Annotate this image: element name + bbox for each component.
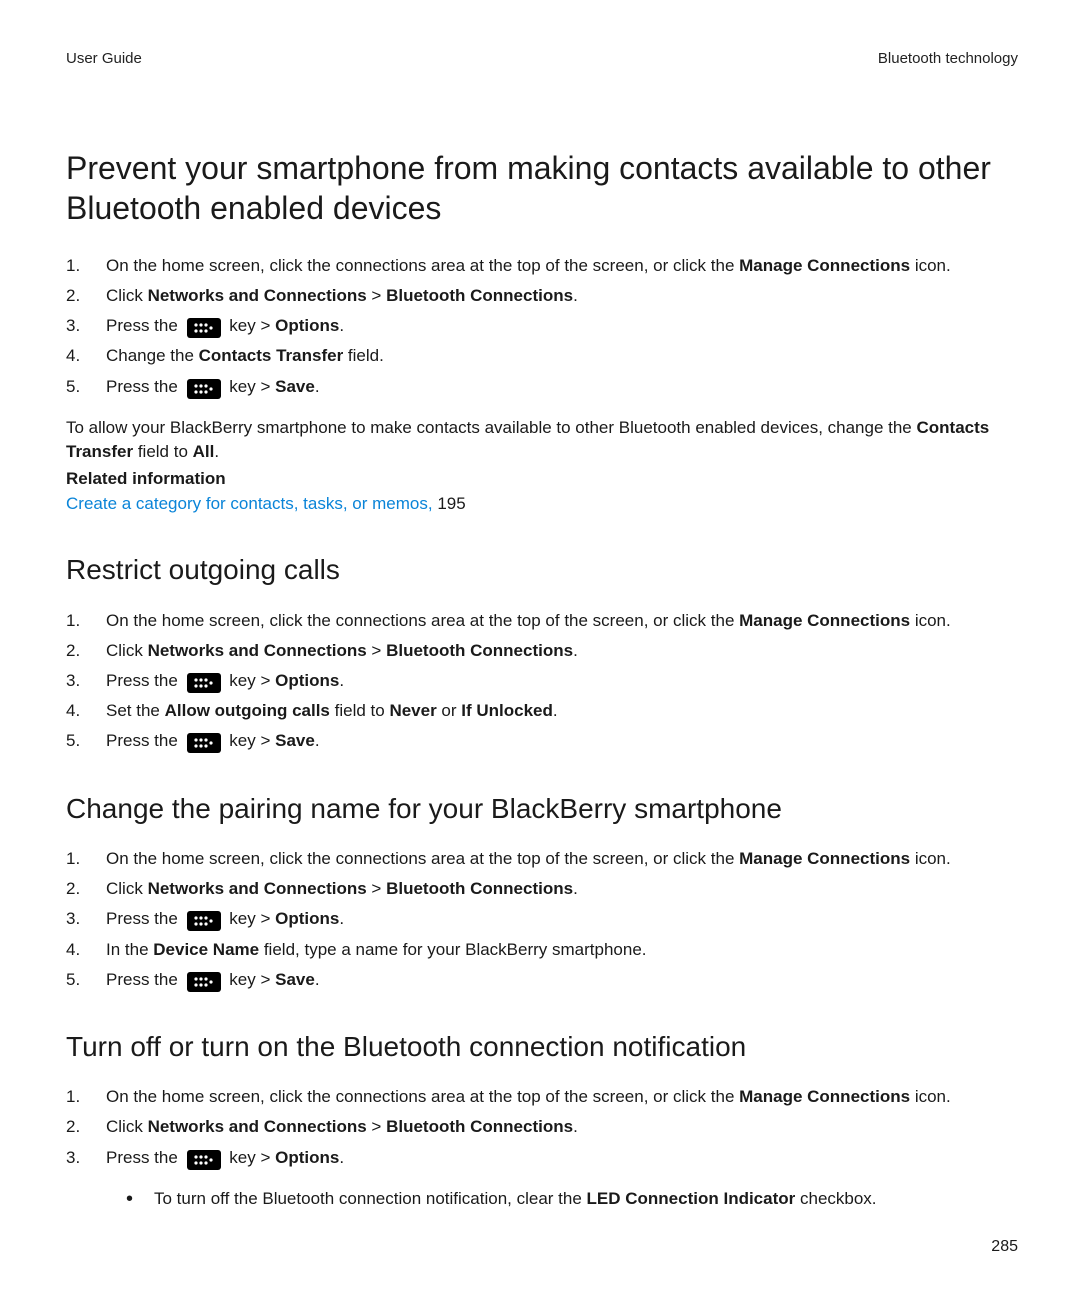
document-page: User Guide Bluetooth technology Prevent … <box>0 0 1080 1296</box>
header-left: User Guide <box>66 48 142 70</box>
list-item: 3. Press the key > Options. <box>66 905 1018 932</box>
page-header: User Guide Bluetooth technology <box>66 48 1018 70</box>
page-number: 285 <box>991 1235 1018 1258</box>
list-item: 1. On the home screen, click the connect… <box>66 252 1018 279</box>
list-item: 3. Press the key > Options. <box>66 1144 1018 1171</box>
blackberry-key-icon <box>187 911 221 931</box>
blackberry-key-icon <box>187 379 221 399</box>
list-item: 2. Click Networks and Connections > Blue… <box>66 282 1018 309</box>
list-item: 1. On the home screen, click the connect… <box>66 1083 1018 1110</box>
section-title-3: Change the pairing name for your BlackBe… <box>66 791 1018 827</box>
blackberry-key-icon <box>187 1150 221 1170</box>
steps-list-3: 1. On the home screen, click the connect… <box>66 845 1018 993</box>
list-item: 4. Set the Allow outgoing calls field to… <box>66 697 1018 724</box>
list-item: • To turn off the Bluetooth connection n… <box>126 1187 1018 1212</box>
list-item: 5. Press the key > Save. <box>66 373 1018 400</box>
list-item: 3. Press the key > Options. <box>66 667 1018 694</box>
steps-list-2: 1. On the home screen, click the connect… <box>66 607 1018 755</box>
blackberry-key-icon <box>187 733 221 753</box>
blackberry-key-icon <box>187 318 221 338</box>
related-link-row: Create a category for contacts, tasks, o… <box>66 492 1018 517</box>
section-title-2: Restrict outgoing calls <box>66 552 1018 588</box>
list-item: 4. In the Device Name field, type a name… <box>66 936 1018 963</box>
list-item: 1. On the home screen, click the connect… <box>66 845 1018 872</box>
blackberry-key-icon <box>187 972 221 992</box>
related-link[interactable]: Create a category for contacts, tasks, o… <box>66 494 437 513</box>
section-title-1: Prevent your smartphone from making cont… <box>66 148 1018 228</box>
steps-list-4: 1. On the home screen, click the connect… <box>66 1083 1018 1171</box>
note-paragraph: To allow your BlackBerry smartphone to m… <box>66 416 1018 465</box>
list-item: 3. Press the key > Options. <box>66 312 1018 339</box>
bullet-list-4: • To turn off the Bluetooth connection n… <box>66 1187 1018 1212</box>
list-item: 5. Press the key > Save. <box>66 966 1018 993</box>
list-item: 2. Click Networks and Connections > Blue… <box>66 637 1018 664</box>
list-item: 2. Click Networks and Connections > Blue… <box>66 1113 1018 1140</box>
steps-list-1: 1. On the home screen, click the connect… <box>66 252 1018 400</box>
header-right: Bluetooth technology <box>878 48 1018 70</box>
list-item: 4. Change the Contacts Transfer field. <box>66 342 1018 369</box>
section-title-4: Turn off or turn on the Bluetooth connec… <box>66 1029 1018 1065</box>
bullet-icon: • <box>126 1187 154 1211</box>
list-item: 2. Click Networks and Connections > Blue… <box>66 875 1018 902</box>
list-item: 1. On the home screen, click the connect… <box>66 607 1018 634</box>
blackberry-key-icon <box>187 673 221 693</box>
list-item: 5. Press the key > Save. <box>66 727 1018 754</box>
related-information-title: Related information <box>66 467 1018 492</box>
